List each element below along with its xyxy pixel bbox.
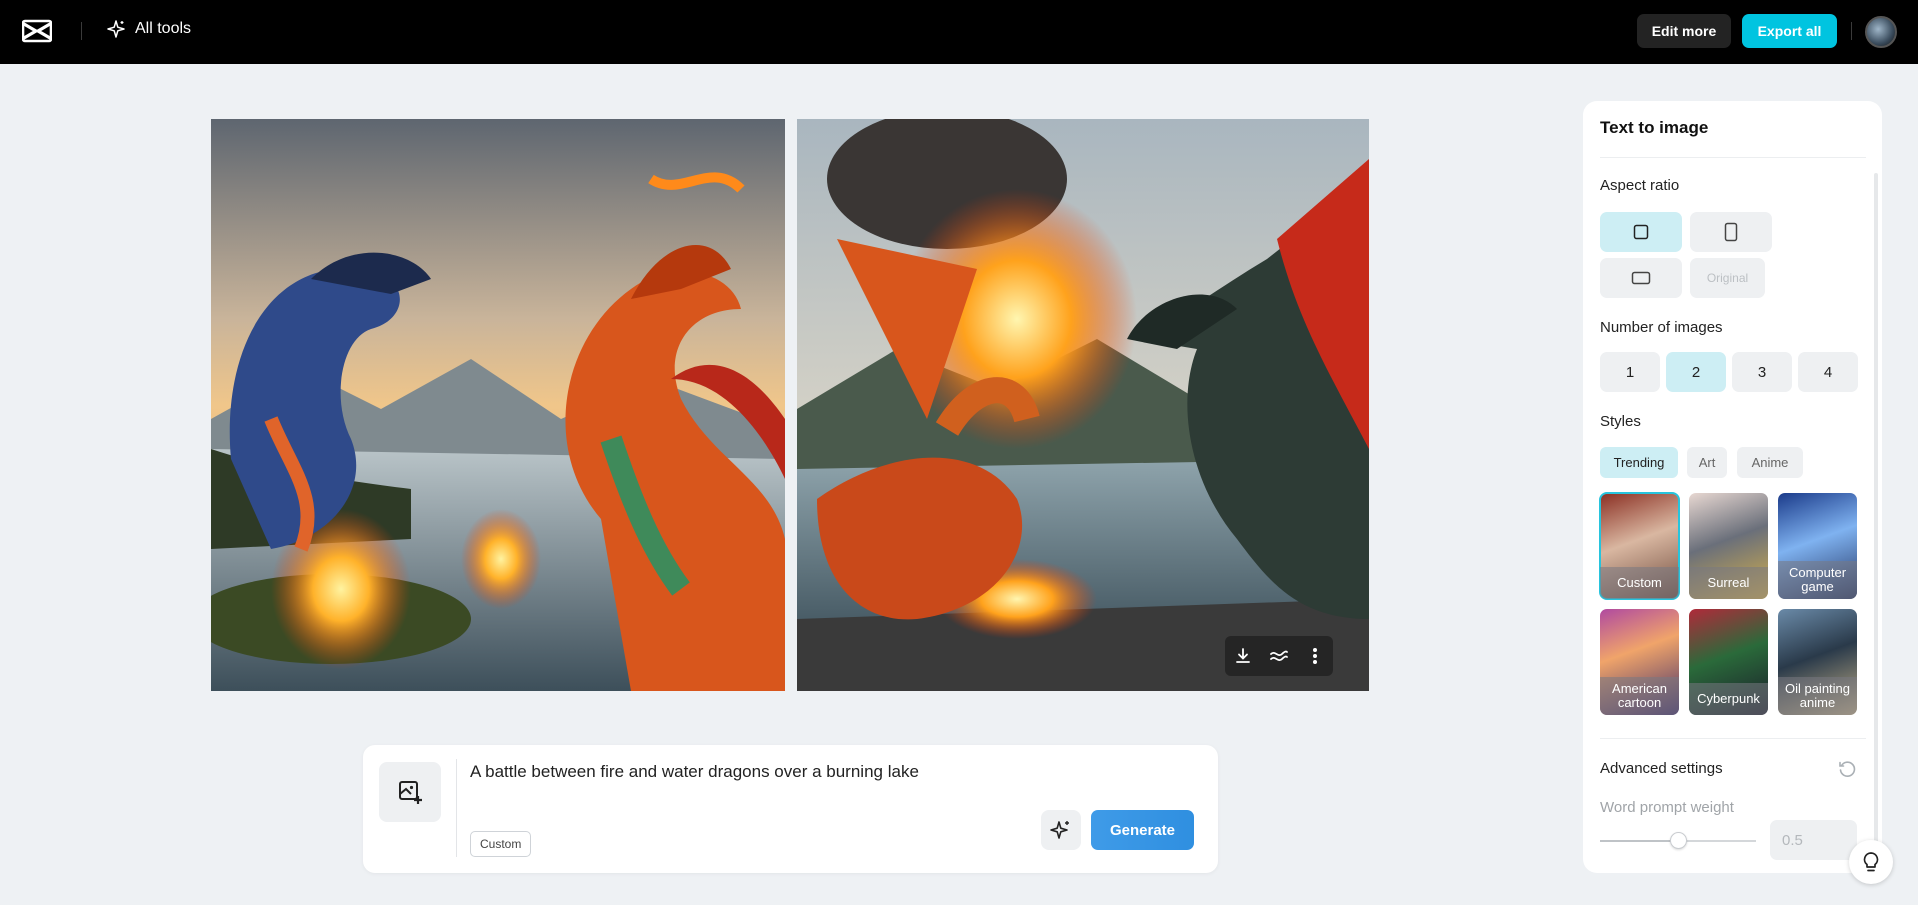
- number-option-3[interactable]: 3: [1732, 352, 1792, 392]
- prompt-box: A battle between fire and water dragons …: [363, 745, 1218, 873]
- weight-value-input[interactable]: 0.5: [1770, 820, 1857, 860]
- panel-title: Text to image: [1600, 118, 1709, 137]
- style-label: Cyberpunk: [1689, 683, 1768, 715]
- style-chip[interactable]: Custom: [470, 831, 532, 857]
- aspect-ratio-label: Aspect ratio: [1600, 177, 1680, 194]
- weight-slider-thumb[interactable]: [1669, 832, 1687, 849]
- number-option-2[interactable]: 2: [1666, 352, 1726, 392]
- aspect-landscape-button[interactable]: [1600, 258, 1682, 298]
- tab-trending[interactable]: Trending: [1600, 447, 1678, 478]
- advanced-settings-label[interactable]: Advanced settings: [1600, 760, 1723, 777]
- style-label: American cartoon: [1600, 677, 1679, 715]
- tab-art[interactable]: Art: [1687, 447, 1727, 478]
- divider: [456, 759, 457, 857]
- number-option-4[interactable]: 4: [1798, 352, 1858, 392]
- divider: [1600, 157, 1866, 158]
- avatar[interactable]: [1865, 16, 1897, 48]
- style-oil-painting-anime[interactable]: Oil painting anime: [1778, 609, 1857, 715]
- all-tools-label: All tools: [135, 20, 192, 37]
- generated-image-2[interactable]: [797, 119, 1369, 691]
- magic-prompt-button[interactable]: [1041, 810, 1081, 850]
- text-to-image-panel: Text to image Aspect ratio Original Numb…: [1583, 101, 1882, 873]
- style-label: Surreal: [1689, 567, 1768, 599]
- help-button[interactable]: [1849, 840, 1893, 884]
- sparkle-icon: [107, 20, 125, 38]
- lightbulb-icon: [1863, 852, 1879, 872]
- prompt-input[interactable]: A battle between fire and water dragons …: [470, 762, 1070, 782]
- style-custom[interactable]: Custom: [1599, 492, 1680, 600]
- square-ratio-icon: [1633, 224, 1649, 240]
- generate-button[interactable]: Generate: [1091, 810, 1194, 850]
- landscape-ratio-icon: [1631, 271, 1651, 285]
- more-options-icon[interactable]: [1301, 642, 1329, 670]
- reset-icon[interactable]: [1837, 759, 1857, 779]
- style-computer-game[interactable]: Computer game: [1778, 493, 1857, 599]
- weight-slider-fill: [1600, 840, 1678, 842]
- download-icon[interactable]: [1229, 642, 1257, 670]
- number-of-images-label: Number of images: [1600, 319, 1723, 336]
- divider: [1851, 22, 1852, 40]
- number-option-1[interactable]: 1: [1600, 352, 1660, 392]
- aspect-square-button[interactable]: [1600, 212, 1682, 252]
- styles-label: Styles: [1600, 413, 1641, 430]
- style-surreal[interactable]: Surreal: [1689, 493, 1768, 599]
- sparkle-icon: [1050, 821, 1069, 839]
- generated-image-1[interactable]: [211, 119, 785, 691]
- image-toolbar: [1225, 636, 1333, 676]
- add-image-icon: [399, 781, 422, 804]
- capcut-logo-icon[interactable]: [21, 18, 53, 44]
- style-label: Oil painting anime: [1778, 677, 1857, 715]
- aspect-portrait-button[interactable]: [1690, 212, 1772, 252]
- aspect-original-button[interactable]: Original: [1690, 258, 1765, 298]
- divider: [81, 22, 82, 40]
- style-cyberpunk[interactable]: Cyberpunk: [1689, 609, 1768, 715]
- style-label: Custom: [1600, 567, 1679, 599]
- portrait-ratio-icon: [1724, 222, 1738, 242]
- panel-scrollbar[interactable]: [1874, 173, 1878, 865]
- top-bar: All tools Edit more Export all: [0, 0, 1918, 64]
- upscale-icon[interactable]: [1265, 642, 1293, 670]
- style-label: Computer game: [1778, 561, 1857, 599]
- style-american-cartoon[interactable]: American cartoon: [1600, 609, 1679, 715]
- export-all-button[interactable]: Export all: [1742, 14, 1837, 48]
- add-reference-image-button[interactable]: [379, 762, 441, 822]
- all-tools-button[interactable]: All tools: [106, 19, 191, 39]
- word-prompt-weight-label: Word prompt weight: [1600, 799, 1734, 816]
- divider: [1600, 738, 1866, 739]
- tab-anime[interactable]: Anime: [1737, 447, 1803, 478]
- edit-more-button[interactable]: Edit more: [1637, 14, 1731, 48]
